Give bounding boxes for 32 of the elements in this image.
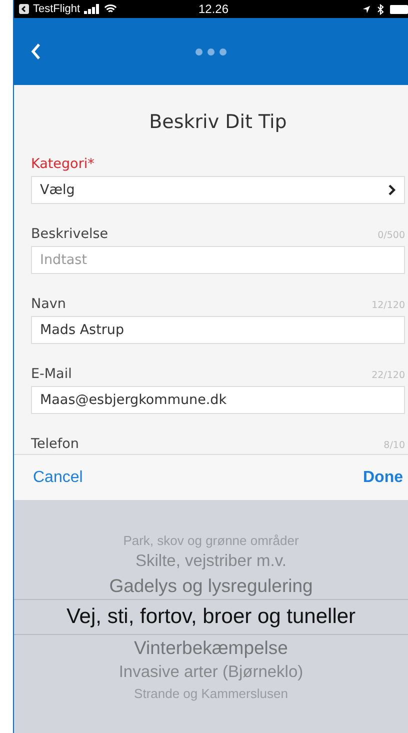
- field-label: Telefon: [31, 436, 79, 452]
- category-select[interactable]: Vælg: [31, 176, 405, 204]
- character-counter: 8/10: [384, 440, 405, 451]
- bluetooth-icon: [377, 4, 384, 14]
- form-title: Beskriv Dit Tip: [148, 110, 288, 135]
- character-counter: 22/120: [372, 370, 405, 381]
- field-label: Navn: [31, 296, 66, 312]
- text-field[interactable]: Indtast: [31, 246, 405, 274]
- done-button[interactable]: Done: [361, 464, 405, 490]
- field-label: Kategori*: [31, 156, 94, 172]
- picker-option[interactable]: Invasive arter (Bjørneklo): [118, 662, 304, 680]
- signal-icon: [84, 4, 100, 14]
- picker-option[interactable]: Vinterbekæmpelse: [134, 636, 288, 658]
- back-app-label[interactable]: TestFlight: [33, 3, 80, 15]
- character-counter: 12/120: [372, 300, 405, 311]
- field-label: Beskrivelse: [31, 226, 108, 242]
- location-icon: [362, 4, 371, 14]
- category-picker[interactable]: Park, skov og grønne områder Skilte, vejstriber m.v. Gadelys og lysregulering Vej, sti, fortov, broer og tuneller Vinterbekæmpelse Invasive arter (Bjørneklo) Strande og Kammerslusen: [14, 500, 408, 733]
- back-icon[interactable]: [31, 43, 41, 60]
- chevron-right-icon: [388, 184, 396, 196]
- wifi-icon: [104, 4, 118, 14]
- cancel-button[interactable]: Cancel: [31, 464, 85, 490]
- text-field[interactable]: Maas@esbjergkommune.dk: [31, 386, 405, 414]
- back-app-icon[interactable]: [19, 4, 29, 14]
- character-counter: 0/500: [378, 230, 405, 241]
- picker-option[interactable]: Skilte, vejstriber m.v.: [136, 552, 286, 570]
- picker-option[interactable]: Vej, sti, fortov, broer og tuneller: [66, 604, 356, 628]
- status-time: 12.26: [198, 2, 229, 16]
- text-field[interactable]: Mads Astrup: [31, 316, 405, 344]
- picker-option[interactable]: Gadelys og lysregulering: [109, 574, 313, 596]
- battery-icon: [390, 4, 408, 14]
- field-label: E-Mail: [31, 366, 72, 382]
